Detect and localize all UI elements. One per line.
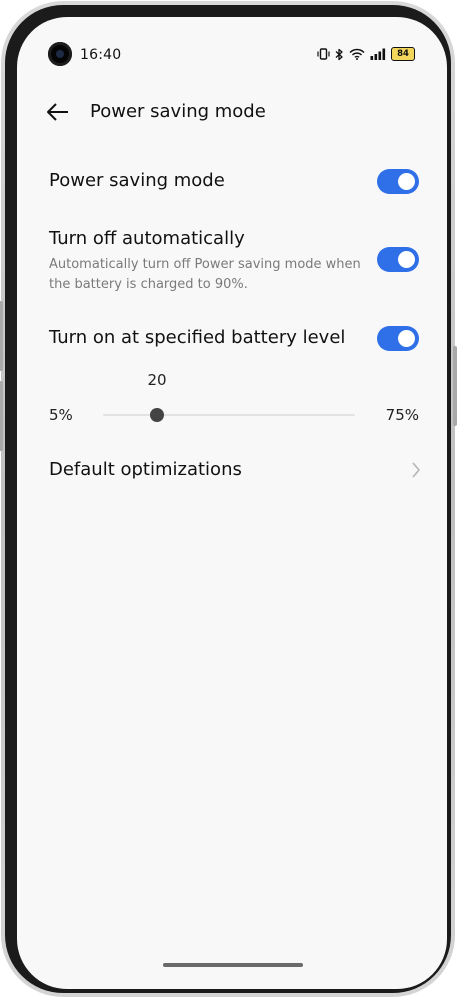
battery-level-slider-thumb[interactable] [150,408,164,422]
slider-max-label: 75% [385,406,419,424]
status-icons: 84 [317,47,415,61]
default-optimizations-row[interactable]: Default optimizations [17,447,447,495]
cellular-signal-icon [370,48,386,60]
volume-key [0,381,3,451]
turn-on-level-label: Turn on at specified battery level [49,327,346,348]
turn-on-level-toggle[interactable] [377,326,419,351]
page-title: Power saving mode [90,101,266,122]
vibrate-icon [317,48,330,60]
phone-screen: 16:40 84 Power saving mode Power saving … [17,17,447,989]
battery-icon: 84 [391,47,415,61]
default-optimizations-label: Default optimizations [49,459,242,480]
phone-frame: 16:40 84 Power saving mode Power saving … [0,1,457,997]
power-saving-toggle[interactable] [377,169,419,194]
power-saving-label: Power saving mode [49,170,225,191]
turn-off-auto-description: Automatically turn off Power saving mode… [49,257,361,292]
turn-off-auto-label: Turn off automatically [49,228,245,249]
turn-off-auto-toggle[interactable] [377,247,419,272]
home-indicator[interactable] [163,963,303,967]
chevron-right-icon [411,461,421,483]
toggle-knob [398,173,415,190]
back-button[interactable] [43,99,73,129]
power-key [453,346,457,426]
bluetooth-icon [335,48,344,61]
status-time: 16:40 [80,47,122,63]
slider-min-label: 5% [49,406,73,424]
phone-bezel: 16:40 84 Power saving mode Power saving … [5,5,451,993]
slider-value-label: 20 [147,371,167,389]
toggle-knob [398,330,415,347]
toggle-knob [398,251,415,268]
wifi-icon [349,48,365,60]
volume-key [0,301,3,371]
battery-level-slider-track[interactable] [103,414,355,416]
front-camera [48,42,72,66]
back-arrow-icon [46,102,70,126]
